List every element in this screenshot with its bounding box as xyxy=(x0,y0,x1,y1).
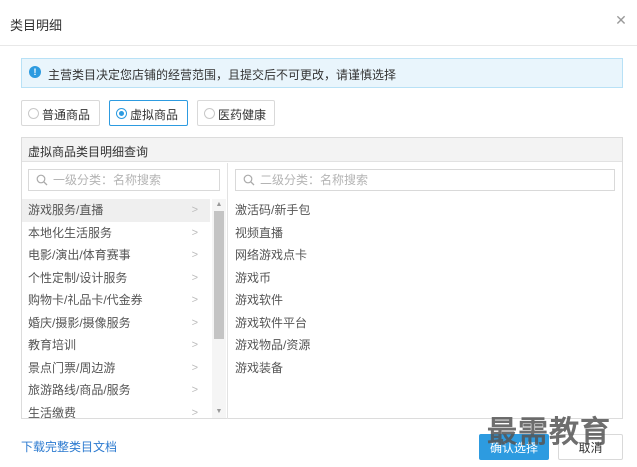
category-query-panel: 虚拟商品类目明细查询 游戏服务/直播 > 本地化生活服务 > 电影/演出/体育赛事 >… xyxy=(21,137,623,420)
search-icon xyxy=(36,174,48,186)
chevron-right-icon: > xyxy=(191,384,198,396)
list-item[interactable]: 游戏物品/资源 xyxy=(229,334,622,357)
level2-search-box[interactable] xyxy=(235,169,615,191)
level1-column: 游戏服务/直播 > 本地化生活服务 > 电影/演出/体育赛事 > 个性定制/设计服务 >… xyxy=(22,163,228,420)
search-icon xyxy=(243,174,255,186)
scroll-down-icon[interactable]: ▼ xyxy=(212,406,226,418)
item-label: 婚庆/摄影/摄像服务 xyxy=(28,315,131,330)
list-item[interactable]: 网络游戏点卡 xyxy=(229,244,622,267)
chevron-right-icon: > xyxy=(191,271,198,284)
list-item[interactable]: 旅游路线/商品/服务 > xyxy=(22,379,210,402)
level2-list: 激活码/新手包 视频直播 网络游戏点卡 游戏币 游戏软件 游戏软件平台 游戏物品… xyxy=(229,199,622,379)
list-item[interactable]: 个性定制/设计服务 > xyxy=(22,267,210,290)
item-label: 生活缴费 xyxy=(28,405,77,420)
watermark-logo: 最需教育 xyxy=(487,415,611,450)
notice-banner: ! 主营类目决定您店铺的经营范围，且提交后不可更改，请谨慎选择 xyxy=(21,58,623,88)
radio-virtual-goods[interactable]: 虚拟商品 xyxy=(109,100,188,126)
info-icon: ! xyxy=(29,66,41,78)
radio-label: 普通商品 xyxy=(42,108,91,122)
item-label: 景点门票/周边游 xyxy=(28,360,116,375)
radio-label: 医药健康 xyxy=(218,108,267,122)
item-label: 电影/演出/体育赛事 xyxy=(28,248,131,262)
radio-circle xyxy=(28,108,39,119)
list-item[interactable]: 游戏软件 xyxy=(229,289,622,312)
list-item[interactable]: 生活缴费 > xyxy=(22,402,210,425)
chevron-right-icon: > xyxy=(191,226,198,239)
chevron-right-icon: > xyxy=(191,249,198,261)
level2-search-input[interactable] xyxy=(260,172,608,188)
level2-column: 激活码/新手包 视频直播 网络游戏点卡 游戏币 游戏软件 游戏软件平台 游戏物品… xyxy=(229,163,622,419)
list-item[interactable]: 游戏软件平台 xyxy=(229,312,622,335)
item-label: 教育培训 xyxy=(28,338,77,352)
radio-circle xyxy=(116,108,127,119)
list-item[interactable]: 激活码/新手包 xyxy=(229,199,622,222)
list-item[interactable]: 游戏服务/直播 > xyxy=(22,199,210,222)
category-detail-dialog: 类目明细 ✕ ! 主营类目决定您店铺的经营范围，且提交后不可更改，请谨慎选择 普… xyxy=(0,0,637,467)
item-label: 本地化生活服务 xyxy=(28,225,113,240)
level1-list: 游戏服务/直播 > 本地化生活服务 > 电影/演出/体育赛事 > 个性定制/设计服务 >… xyxy=(22,199,227,424)
scroll-up-icon[interactable]: ▲ xyxy=(212,199,226,211)
radio-label: 虚拟商品 xyxy=(130,108,179,122)
chevron-right-icon: > xyxy=(191,316,198,329)
item-label: 个性定制/设计服务 xyxy=(28,270,128,285)
panel-header: 虚拟商品类目明细查询 xyxy=(22,138,622,162)
notice-text: 主营类目决定您店铺的经营范围，且提交后不可更改，请谨慎选择 xyxy=(48,68,397,82)
list-item[interactable]: 电影/演出/体育赛事 > xyxy=(22,244,210,267)
chevron-right-icon: > xyxy=(191,204,198,216)
level1-scrollbar[interactable]: ▲ ▼ xyxy=(212,199,226,418)
dialog-header: 类目明细 ✕ xyxy=(0,0,637,46)
list-item[interactable]: 婚庆/摄影/摄像服务 > xyxy=(22,312,210,335)
panel-title: 虚拟商品类目明细查询 xyxy=(28,145,149,159)
list-item[interactable]: 本地化生活服务 > xyxy=(22,222,210,245)
radio-medical-health[interactable]: 医药健康 xyxy=(197,100,275,126)
list-item[interactable]: 教育培训 > xyxy=(22,334,210,357)
list-item[interactable]: 视频直播 xyxy=(229,222,622,245)
level1-search-input[interactable] xyxy=(53,172,213,188)
radio-circle xyxy=(204,108,215,119)
item-label: 购物卡/礼品卡/代金券 xyxy=(28,293,143,307)
item-label: 旅游路线/商品/服务 xyxy=(28,383,131,397)
list-item[interactable]: 游戏币 xyxy=(229,267,622,290)
close-icon[interactable]: ✕ xyxy=(613,12,629,28)
dialog-title: 类目明细 xyxy=(10,18,63,33)
chevron-right-icon: > xyxy=(191,339,198,351)
radio-normal-goods[interactable]: 普通商品 xyxy=(21,100,100,126)
chevron-right-icon: > xyxy=(191,406,198,419)
list-item[interactable]: 景点门票/周边游 > xyxy=(22,357,210,380)
download-category-doc-link[interactable]: 下载完整类目文档 xyxy=(21,438,117,455)
chevron-right-icon: > xyxy=(191,294,198,306)
list-item[interactable]: 游戏装备 xyxy=(229,357,622,380)
chevron-right-icon: > xyxy=(191,361,198,374)
item-label: 游戏服务/直播 xyxy=(28,203,104,217)
level1-search-box[interactable] xyxy=(28,169,220,191)
list-item[interactable]: 购物卡/礼品卡/代金券 > xyxy=(22,289,210,312)
scroll-thumb[interactable] xyxy=(214,211,224,339)
